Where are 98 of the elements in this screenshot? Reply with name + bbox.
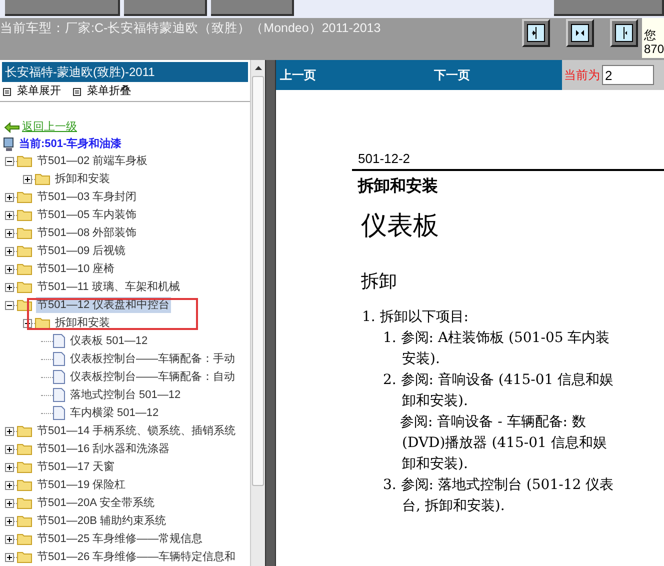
page-input[interactable]: 2 <box>602 65 654 85</box>
instruction-line: (DVD)播放器 (415-01 信息和娱 <box>402 434 607 453</box>
folder-icon <box>17 191 32 203</box>
instruction-line: 2. 参阅: 音响设备 (415-01 信息和娱 <box>383 371 614 390</box>
section-heading: 拆卸 <box>361 270 398 293</box>
tree-item[interactable]: 节501—03 车身封闭 <box>36 188 138 206</box>
expand-icon[interactable] <box>23 174 32 184</box>
tree-item[interactable]: 仪表板 501—12 <box>69 332 149 350</box>
folder-icon <box>35 173 50 185</box>
menu-link[interactable]: 菜单展开 <box>17 83 61 100</box>
tree-item[interactable]: 仪表板控制台——车辆配备：自动 <box>69 368 236 386</box>
current-page-label: 当前为 <box>564 67 600 84</box>
tree-item[interactable]: 节501—17 天窗 <box>36 458 116 476</box>
expand-icon[interactable] <box>5 498 14 508</box>
folder-icon <box>17 515 32 527</box>
folder-icon <box>17 155 32 167</box>
tree-item[interactable]: 节501—10 座椅 <box>36 260 116 278</box>
expand-icon[interactable] <box>5 480 14 490</box>
tree-item[interactable]: 节501—16 刮水器和洗涤器 <box>36 440 171 458</box>
tree-item[interactable]: 节501—20B 辅助约束系统 <box>36 512 167 530</box>
instruction-line: 3. 参阅: 落地式控制台 (501-12 仪表 <box>383 476 614 495</box>
folder-icon <box>17 263 32 275</box>
collapse-icon[interactable] <box>5 156 14 166</box>
expand-icon[interactable] <box>5 246 14 256</box>
tree-item[interactable]: 节501—05 车内装饰 <box>36 206 138 224</box>
folder-icon <box>17 227 32 239</box>
instruction-line: 卸和安装). <box>402 392 468 411</box>
document-icon <box>53 406 65 420</box>
back-link[interactable]: 返回上一级 <box>22 118 77 136</box>
instruction-line: 安装). <box>402 350 440 369</box>
tree-item[interactable]: 拆卸和安装 <box>54 314 111 332</box>
folder-icon <box>17 425 32 437</box>
document-title: 仪表板 <box>361 210 440 243</box>
current-section: 当前:501-车身和油漆 <box>19 136 122 152</box>
folder-icon <box>17 209 32 221</box>
expand-icon[interactable] <box>5 282 14 292</box>
layout-button[interactable] <box>610 19 638 47</box>
folder-icon <box>17 461 32 473</box>
document-icon <box>53 370 65 384</box>
toolbar-button[interactable] <box>211 0 294 16</box>
page-number: 501-12-2 <box>358 152 412 166</box>
instruction-line: 1. 拆卸以下项目: <box>362 308 469 327</box>
tree-item[interactable]: 节501—08 外部装饰 <box>36 224 138 242</box>
document-icon <box>53 334 65 348</box>
notice-panel: 您 870 <box>642 18 664 58</box>
tree-item[interactable]: 节501—11 玻璃、车架和机械 <box>36 278 181 296</box>
tree-item[interactable]: 拆卸和安装 <box>54 170 111 188</box>
folder-icon <box>17 245 32 257</box>
expand-icon[interactable] <box>5 426 14 436</box>
folder-icon <box>17 479 32 491</box>
tree-item[interactable]: 仪表板控制台——车辆配备：手动 <box>69 350 236 368</box>
layout-button[interactable] <box>566 19 594 47</box>
layout-button[interactable] <box>522 19 550 47</box>
folder-icon <box>17 551 32 563</box>
menu-link[interactable]: 菜单折叠 <box>87 83 131 100</box>
document-icon <box>53 352 65 366</box>
expand-icon[interactable] <box>5 516 14 526</box>
folder-icon <box>17 443 32 455</box>
folder-icon <box>17 281 32 293</box>
expand-icon[interactable] <box>5 264 14 274</box>
list-icon <box>3 88 11 96</box>
model-label: 当前车型：厂家:C-长安福特蒙迪欧（致胜）（Mondeo）2011-2013 <box>0 20 381 37</box>
tree-item[interactable]: 车内横梁 501—12 <box>69 404 160 422</box>
computer-icon <box>3 136 15 152</box>
instruction-line: 1. 参阅: A柱装饰板 (501-05 车内装 <box>383 329 610 348</box>
expand-icon[interactable] <box>5 462 14 472</box>
instruction-line: 台, 拆卸和安装). <box>402 497 505 516</box>
tree-item[interactable]: 节501—09 后视镜 <box>36 242 127 260</box>
expand-icon[interactable] <box>5 444 14 454</box>
expand-icon[interactable] <box>5 192 14 202</box>
tree-item[interactable]: 落地式控制台 501—12 <box>69 386 182 404</box>
prev-page-link[interactable]: 上一页 <box>280 66 316 84</box>
instruction-line: 卸和安装). <box>402 455 468 474</box>
instruction-line: 参阅: 音响设备 - 车辆配备: 数 <box>400 413 586 432</box>
next-page-link[interactable]: 下一页 <box>434 66 470 84</box>
toolbar-button[interactable] <box>124 0 207 16</box>
section-title: 拆卸和安装 <box>358 176 439 197</box>
expand-icon[interactable] <box>5 534 14 544</box>
toolbar-button[interactable] <box>5 0 120 16</box>
list-icon <box>73 88 81 96</box>
panel-title: 长安福特-蒙迪欧(致胜)-2011 <box>2 62 248 82</box>
back-arrow-icon <box>4 122 20 132</box>
tree-item[interactable]: 节501—14 手柄系统、锁系统、插销系统 <box>36 422 237 440</box>
tree-item[interactable]: 节501—26 车身维修——车辆特定信息和 <box>36 548 237 566</box>
folder-icon <box>17 497 32 509</box>
expand-icon[interactable] <box>5 228 14 238</box>
tree-item[interactable]: 节501—19 保险杠 <box>36 476 127 494</box>
expand-icon[interactable] <box>5 552 14 562</box>
tree-item[interactable]: 节501—25 车身维修——常规信息 <box>36 530 204 548</box>
document-icon <box>53 388 65 402</box>
folder-icon <box>35 317 50 329</box>
folder-icon <box>17 533 32 545</box>
collapse-icon[interactable] <box>5 300 14 310</box>
expand-icon[interactable] <box>5 210 14 220</box>
tree-item[interactable]: 节501—02 前端车身板 <box>36 152 149 170</box>
scroll-up-icon <box>254 66 262 70</box>
scrollbar[interactable] <box>250 60 265 566</box>
tree-item[interactable]: 节501—20A 安全带系统 <box>36 494 156 512</box>
